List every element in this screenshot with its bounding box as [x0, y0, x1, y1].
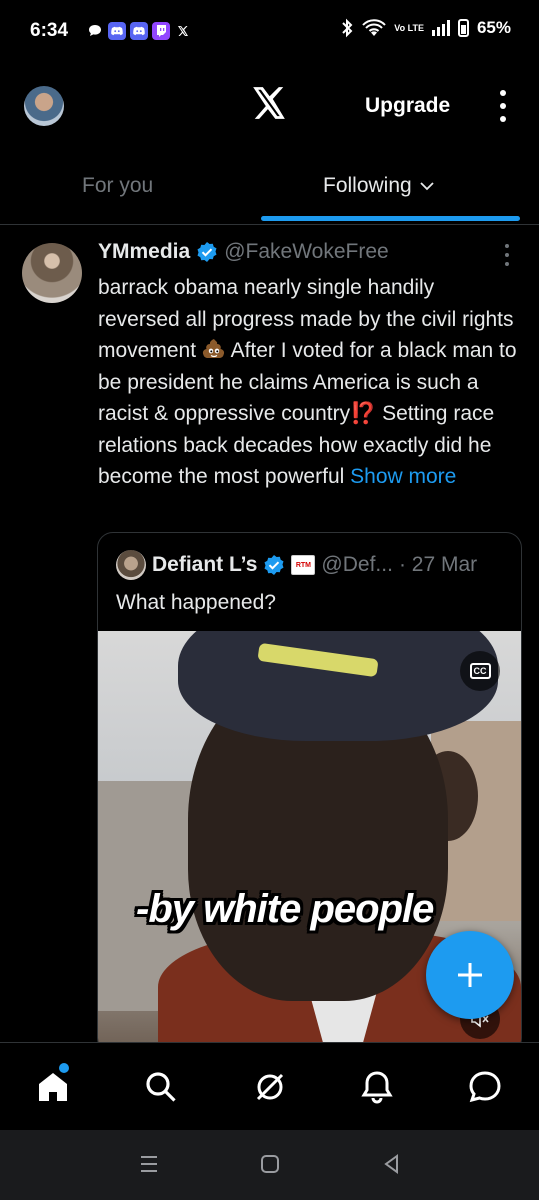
twitch-icon	[152, 22, 170, 40]
quoted-author-handle[interactable]: @Def...	[321, 553, 393, 577]
tweet-author-name[interactable]: YMmedia	[98, 240, 190, 264]
battery-percent: 65%	[476, 18, 511, 37]
tweet-author-handle[interactable]: @FakeWokeFree	[224, 240, 388, 264]
timeline-tabs: For you Following	[0, 160, 539, 225]
compose-post-button[interactable]	[426, 931, 514, 1019]
chevron-down-icon	[420, 182, 434, 191]
quoted-tweet-date: · 27 Mar	[398, 553, 478, 576]
closed-captions-button[interactable]: CC	[460, 651, 500, 691]
tweet-more-icon[interactable]	[503, 244, 511, 266]
tab-following[interactable]: Following	[323, 174, 436, 198]
messages-icon	[469, 1071, 501, 1103]
network-label: Vo LTE	[394, 22, 424, 33]
grok-icon	[256, 1073, 284, 1101]
quoted-tweet-header: Defiant L’s RTM @Def... · 27 Mar	[116, 550, 477, 580]
tweet-author-avatar[interactable]	[22, 243, 82, 303]
exclamation-question-emoji: ⁉️	[350, 402, 377, 425]
discord-icon	[130, 22, 148, 40]
home-button-icon[interactable]	[258, 1152, 282, 1176]
nav-messages[interactable]	[465, 1067, 505, 1107]
system-icons: Vo LTE 65%	[340, 18, 511, 38]
verified-badge-icon	[197, 242, 217, 262]
recent-apps-icon[interactable]	[137, 1152, 161, 1176]
bluetooth-icon	[342, 18, 353, 38]
nav-notifications[interactable]	[357, 1067, 397, 1107]
pile-of-poo-emoji-icon	[202, 339, 224, 358]
plus-icon	[458, 963, 482, 987]
quoted-tweet-text: What happened?	[116, 591, 276, 614]
tweet-header: YMmedia @FakeWokeFree	[98, 240, 389, 264]
notifications-icon	[361, 1071, 393, 1104]
volte-label: Vo LTE	[394, 22, 424, 33]
system-navigation-bar	[0, 1130, 539, 1200]
nav-search[interactable]	[141, 1067, 181, 1107]
top-header: Upgrade	[0, 70, 539, 150]
home-icon	[39, 1073, 67, 1101]
x-icon	[174, 22, 192, 40]
tweet-text: barrack obama nearly single handily reve…	[98, 272, 518, 493]
status-time: 6:34	[30, 20, 69, 41]
status-bar: 6:34 Vo LTE 65%	[0, 0, 539, 62]
profile-avatar[interactable]	[24, 86, 64, 126]
quoted-author-avatar[interactable]	[116, 550, 146, 580]
nav-grok[interactable]	[250, 1067, 290, 1107]
quoted-author-name[interactable]: Defiant L’s	[152, 553, 257, 577]
wifi-icon	[362, 19, 387, 36]
active-tab-indicator	[261, 216, 520, 221]
verified-badge-icon	[264, 555, 284, 575]
upgrade-button[interactable]: Upgrade	[365, 94, 450, 118]
affiliate-badge: RTM	[291, 555, 316, 575]
closed-captions-icon: CC	[469, 663, 491, 679]
show-more-link[interactable]: Show more	[350, 465, 456, 488]
bottom-navigation	[0, 1042, 539, 1131]
x-logo-icon[interactable]	[250, 84, 288, 122]
more-options-icon[interactable]	[496, 90, 510, 122]
discord-icon	[108, 22, 126, 40]
battery-icon	[457, 19, 469, 37]
chat-bubble-icon	[86, 22, 104, 40]
nav-home[interactable]	[33, 1063, 73, 1107]
signal-icon	[431, 20, 450, 36]
video-caption: -by white people	[136, 887, 434, 931]
home-notification-dot	[59, 1063, 69, 1073]
tab-following-label: Following	[323, 174, 412, 197]
back-icon[interactable]	[380, 1152, 404, 1176]
app-screen: 6:34 Vo LTE 65% Upgrade For you Followin…	[0, 0, 539, 1200]
tab-for-you[interactable]: For you	[82, 174, 153, 198]
notification-icons	[86, 22, 192, 40]
search-icon	[146, 1072, 176, 1102]
video-figure	[178, 631, 498, 741]
